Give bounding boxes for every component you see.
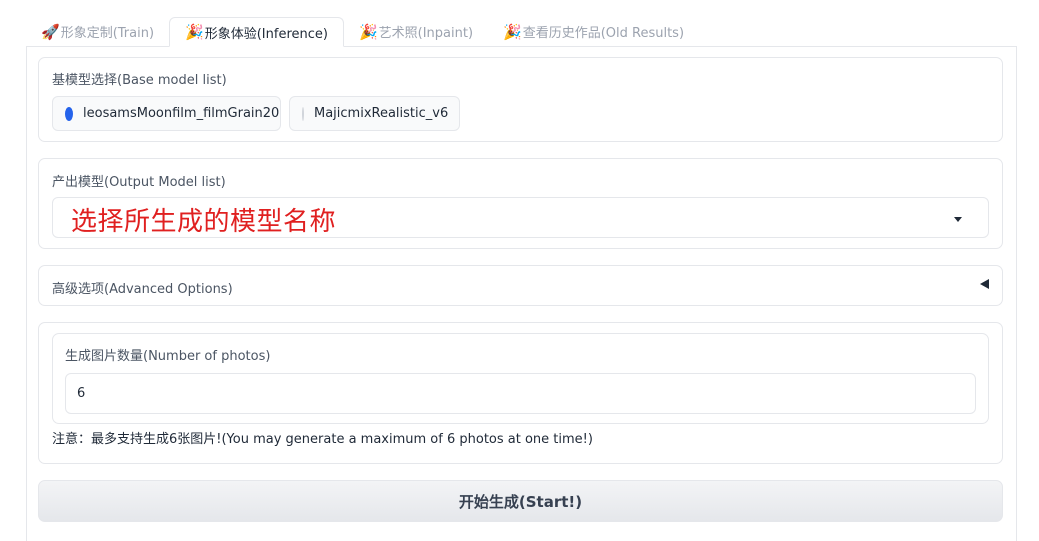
radio-unchecked-icon [302,106,304,121]
photos-block: 生成图片数量(Number of photos) [52,333,989,424]
tab-label: 形象体验(Inference) [204,26,328,42]
advanced-options-accordion[interactable]: 高级选项(Advanced Options) [38,265,1003,306]
photos-card: 生成图片数量(Number of photos) 注意：最多支持生成6张图片!(… [38,322,1003,464]
radio-option-leosams[interactable]: leosamsMoonfilm_filmGrain20 [52,96,281,131]
party-popper-icon: 🎉 [185,23,204,41]
base-model-card: 基模型选择(Base model list) leosamsMoonfilm_f… [38,57,1003,142]
radio-checked-icon [65,106,73,121]
tab-old-results[interactable]: 🎉 查看历史作品(Old Results) [488,17,699,46]
radio-option-label: MajicmixRealistic_v6 [314,106,449,121]
tab-inference[interactable]: 🎉 形象体验(Inference) [169,17,344,47]
output-model-dropdown[interactable]: 选择所生成的模型名称 [52,197,989,238]
tab-train[interactable]: 🚀 形象定制(Train) [26,17,169,46]
photos-note: 注意：最多支持生成6张图片!(You may generate a maximu… [52,432,593,447]
output-model-label: 产出模型(Output Model list) [52,175,226,190]
number-of-photos-input[interactable] [65,373,976,414]
output-model-card: 产出模型(Output Model list) 选择所生成的模型名称 [38,158,1003,249]
radio-option-majicmix[interactable]: MajicmixRealistic_v6 [289,96,460,131]
dropdown-value: 选择所生成的模型名称 [71,207,337,237]
photos-label: 生成图片数量(Number of photos) [65,349,271,364]
chevron-down-icon [954,217,962,222]
party-popper-icon: 🎉 [503,22,522,41]
party-popper-icon: 🎉 [358,22,378,41]
base-model-label: 基模型选择(Base model list) [52,73,227,88]
tab-bar: 🚀 形象定制(Train) 🎉 形象体验(Inference) 🎉 艺术照(In… [26,17,699,47]
collapse-arrow-icon[interactable] [980,279,989,289]
radio-option-label: leosamsMoonfilm_filmGrain20 [83,106,280,121]
start-button[interactable]: 开始生成(Start!) [38,480,1003,522]
rocket-icon: 🚀 [41,22,60,41]
accordion-label: 高级选项(Advanced Options) [52,282,233,297]
tab-label: 艺术照(Inpaint) [378,26,474,41]
tab-label: 查看历史作品(Old Results) [522,26,685,41]
tab-label: 形象定制(Train) [60,26,155,41]
tab-inpaint[interactable]: 🎉 艺术照(Inpaint) [344,17,488,46]
